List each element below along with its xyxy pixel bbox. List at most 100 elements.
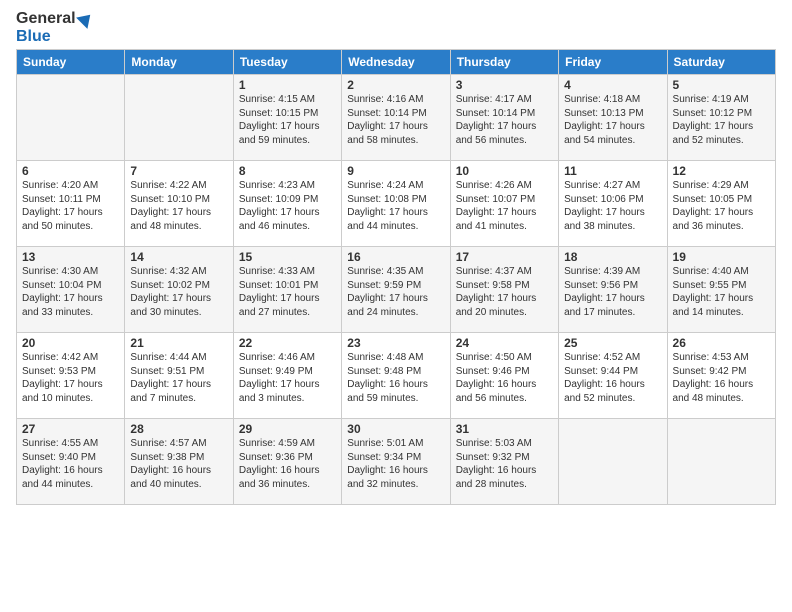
day-number: 21 bbox=[130, 336, 227, 350]
day-number: 20 bbox=[22, 336, 119, 350]
day-number: 26 bbox=[673, 336, 770, 350]
logo-blue: Blue bbox=[16, 28, 94, 46]
calendar-week-row: 1Sunrise: 4:15 AM Sunset: 10:15 PM Dayli… bbox=[17, 75, 776, 161]
calendar-cell: 7Sunrise: 4:22 AM Sunset: 10:10 PM Dayli… bbox=[125, 161, 233, 247]
col-header-saturday: Saturday bbox=[667, 50, 775, 75]
calendar-cell: 5Sunrise: 4:19 AM Sunset: 10:12 PM Dayli… bbox=[667, 75, 775, 161]
day-number: 22 bbox=[239, 336, 336, 350]
calendar-cell: 11Sunrise: 4:27 AM Sunset: 10:06 PM Dayl… bbox=[559, 161, 667, 247]
day-info: Sunrise: 4:55 AM Sunset: 9:40 PM Dayligh… bbox=[22, 437, 119, 491]
calendar-cell: 3Sunrise: 4:17 AM Sunset: 10:14 PM Dayli… bbox=[450, 75, 558, 161]
day-info: Sunrise: 4:16 AM Sunset: 10:14 PM Daylig… bbox=[347, 93, 444, 147]
calendar-cell: 8Sunrise: 4:23 AM Sunset: 10:09 PM Dayli… bbox=[233, 161, 341, 247]
day-info: Sunrise: 4:20 AM Sunset: 10:11 PM Daylig… bbox=[22, 179, 119, 233]
calendar-cell: 24Sunrise: 4:50 AM Sunset: 9:46 PM Dayli… bbox=[450, 333, 558, 419]
day-number: 7 bbox=[130, 164, 227, 178]
day-number: 16 bbox=[347, 250, 444, 264]
calendar-week-row: 27Sunrise: 4:55 AM Sunset: 9:40 PM Dayli… bbox=[17, 419, 776, 505]
calendar-cell bbox=[17, 75, 125, 161]
col-header-wednesday: Wednesday bbox=[342, 50, 450, 75]
day-info: Sunrise: 4:32 AM Sunset: 10:02 PM Daylig… bbox=[130, 265, 227, 319]
day-info: Sunrise: 4:59 AM Sunset: 9:36 PM Dayligh… bbox=[239, 437, 336, 491]
day-info: Sunrise: 4:19 AM Sunset: 10:12 PM Daylig… bbox=[673, 93, 770, 147]
calendar-table: SundayMondayTuesdayWednesdayThursdayFrid… bbox=[16, 49, 776, 505]
day-number: 15 bbox=[239, 250, 336, 264]
day-info: Sunrise: 4:35 AM Sunset: 9:59 PM Dayligh… bbox=[347, 265, 444, 319]
day-number: 14 bbox=[130, 250, 227, 264]
day-info: Sunrise: 4:44 AM Sunset: 9:51 PM Dayligh… bbox=[130, 351, 227, 405]
day-number: 25 bbox=[564, 336, 661, 350]
calendar-cell: 15Sunrise: 4:33 AM Sunset: 10:01 PM Dayl… bbox=[233, 247, 341, 333]
calendar-cell: 13Sunrise: 4:30 AM Sunset: 10:04 PM Dayl… bbox=[17, 247, 125, 333]
day-info: Sunrise: 5:01 AM Sunset: 9:34 PM Dayligh… bbox=[347, 437, 444, 491]
header: General Blue bbox=[16, 10, 776, 45]
day-number: 9 bbox=[347, 164, 444, 178]
day-info: Sunrise: 4:40 AM Sunset: 9:55 PM Dayligh… bbox=[673, 265, 770, 319]
day-number: 23 bbox=[347, 336, 444, 350]
day-number: 13 bbox=[22, 250, 119, 264]
day-info: Sunrise: 4:52 AM Sunset: 9:44 PM Dayligh… bbox=[564, 351, 661, 405]
col-header-friday: Friday bbox=[559, 50, 667, 75]
day-info: Sunrise: 4:53 AM Sunset: 9:42 PM Dayligh… bbox=[673, 351, 770, 405]
calendar-cell: 19Sunrise: 4:40 AM Sunset: 9:55 PM Dayli… bbox=[667, 247, 775, 333]
day-number: 11 bbox=[564, 164, 661, 178]
day-number: 31 bbox=[456, 422, 553, 436]
day-number: 5 bbox=[673, 78, 770, 92]
col-header-sunday: Sunday bbox=[17, 50, 125, 75]
calendar-cell: 1Sunrise: 4:15 AM Sunset: 10:15 PM Dayli… bbox=[233, 75, 341, 161]
calendar-cell: 26Sunrise: 4:53 AM Sunset: 9:42 PM Dayli… bbox=[667, 333, 775, 419]
day-info: Sunrise: 4:24 AM Sunset: 10:08 PM Daylig… bbox=[347, 179, 444, 233]
day-number: 8 bbox=[239, 164, 336, 178]
calendar-cell: 28Sunrise: 4:57 AM Sunset: 9:38 PM Dayli… bbox=[125, 419, 233, 505]
day-number: 29 bbox=[239, 422, 336, 436]
day-number: 10 bbox=[456, 164, 553, 178]
day-number: 27 bbox=[22, 422, 119, 436]
day-info: Sunrise: 4:57 AM Sunset: 9:38 PM Dayligh… bbox=[130, 437, 227, 491]
day-number: 17 bbox=[456, 250, 553, 264]
calendar-cell: 12Sunrise: 4:29 AM Sunset: 10:05 PM Dayl… bbox=[667, 161, 775, 247]
calendar-header-row: SundayMondayTuesdayWednesdayThursdayFrid… bbox=[17, 50, 776, 75]
calendar-week-row: 20Sunrise: 4:42 AM Sunset: 9:53 PM Dayli… bbox=[17, 333, 776, 419]
day-info: Sunrise: 4:33 AM Sunset: 10:01 PM Daylig… bbox=[239, 265, 336, 319]
calendar-cell: 29Sunrise: 4:59 AM Sunset: 9:36 PM Dayli… bbox=[233, 419, 341, 505]
day-number: 6 bbox=[22, 164, 119, 178]
calendar-week-row: 13Sunrise: 4:30 AM Sunset: 10:04 PM Dayl… bbox=[17, 247, 776, 333]
col-header-monday: Monday bbox=[125, 50, 233, 75]
day-number: 1 bbox=[239, 78, 336, 92]
day-info: Sunrise: 4:46 AM Sunset: 9:49 PM Dayligh… bbox=[239, 351, 336, 405]
day-info: Sunrise: 4:26 AM Sunset: 10:07 PM Daylig… bbox=[456, 179, 553, 233]
day-number: 18 bbox=[564, 250, 661, 264]
day-info: Sunrise: 4:39 AM Sunset: 9:56 PM Dayligh… bbox=[564, 265, 661, 319]
page: General Blue SundayMondayTuesdayWednesda… bbox=[0, 0, 792, 612]
calendar-week-row: 6Sunrise: 4:20 AM Sunset: 10:11 PM Dayli… bbox=[17, 161, 776, 247]
day-info: Sunrise: 4:23 AM Sunset: 10:09 PM Daylig… bbox=[239, 179, 336, 233]
calendar-cell: 4Sunrise: 4:18 AM Sunset: 10:13 PM Dayli… bbox=[559, 75, 667, 161]
calendar-cell: 25Sunrise: 4:52 AM Sunset: 9:44 PM Dayli… bbox=[559, 333, 667, 419]
logo: General Blue bbox=[16, 10, 94, 45]
calendar-cell: 27Sunrise: 4:55 AM Sunset: 9:40 PM Dayli… bbox=[17, 419, 125, 505]
calendar-cell: 20Sunrise: 4:42 AM Sunset: 9:53 PM Dayli… bbox=[17, 333, 125, 419]
calendar-cell: 22Sunrise: 4:46 AM Sunset: 9:49 PM Dayli… bbox=[233, 333, 341, 419]
day-info: Sunrise: 4:22 AM Sunset: 10:10 PM Daylig… bbox=[130, 179, 227, 233]
day-number: 24 bbox=[456, 336, 553, 350]
day-info: Sunrise: 4:29 AM Sunset: 10:05 PM Daylig… bbox=[673, 179, 770, 233]
day-info: Sunrise: 4:50 AM Sunset: 9:46 PM Dayligh… bbox=[456, 351, 553, 405]
day-number: 2 bbox=[347, 78, 444, 92]
day-number: 3 bbox=[456, 78, 553, 92]
col-header-thursday: Thursday bbox=[450, 50, 558, 75]
day-info: Sunrise: 4:17 AM Sunset: 10:14 PM Daylig… bbox=[456, 93, 553, 147]
day-info: Sunrise: 4:48 AM Sunset: 9:48 PM Dayligh… bbox=[347, 351, 444, 405]
calendar-cell: 23Sunrise: 4:48 AM Sunset: 9:48 PM Dayli… bbox=[342, 333, 450, 419]
calendar-cell: 14Sunrise: 4:32 AM Sunset: 10:02 PM Dayl… bbox=[125, 247, 233, 333]
calendar-cell: 16Sunrise: 4:35 AM Sunset: 9:59 PM Dayli… bbox=[342, 247, 450, 333]
calendar-cell: 9Sunrise: 4:24 AM Sunset: 10:08 PM Dayli… bbox=[342, 161, 450, 247]
day-number: 30 bbox=[347, 422, 444, 436]
calendar-cell: 6Sunrise: 4:20 AM Sunset: 10:11 PM Dayli… bbox=[17, 161, 125, 247]
calendar-cell bbox=[125, 75, 233, 161]
calendar-cell: 18Sunrise: 4:39 AM Sunset: 9:56 PM Dayli… bbox=[559, 247, 667, 333]
calendar-cell: 2Sunrise: 4:16 AM Sunset: 10:14 PM Dayli… bbox=[342, 75, 450, 161]
day-info: Sunrise: 4:42 AM Sunset: 9:53 PM Dayligh… bbox=[22, 351, 119, 405]
day-number: 4 bbox=[564, 78, 661, 92]
calendar-cell bbox=[559, 419, 667, 505]
day-number: 12 bbox=[673, 164, 770, 178]
